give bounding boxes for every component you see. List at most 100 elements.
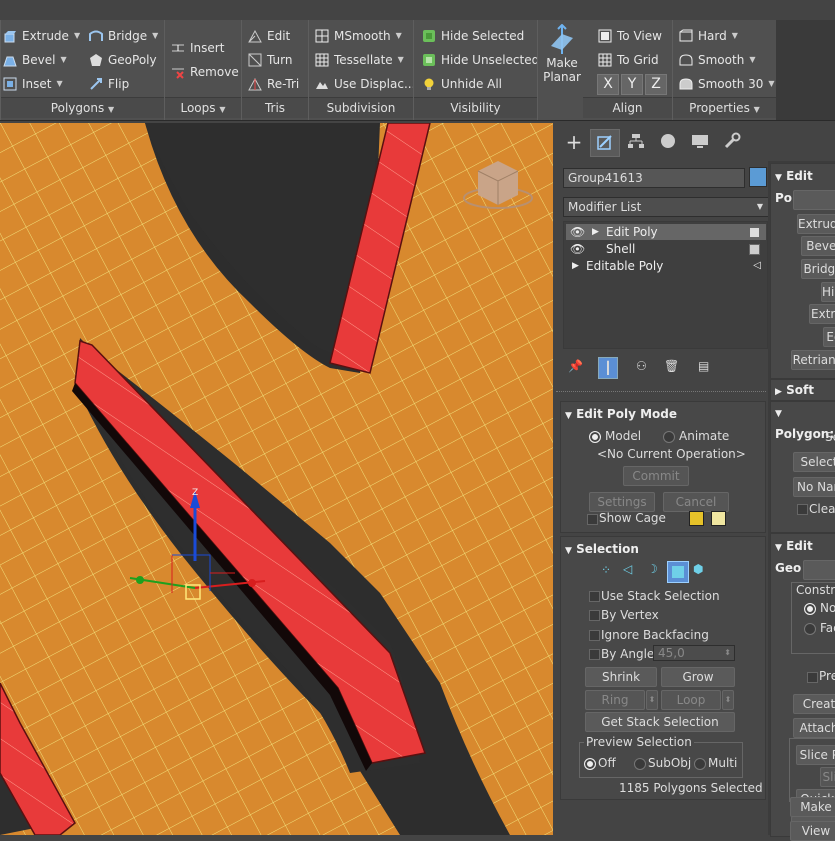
use-displace-button[interactable]: Use Displac... (315, 73, 415, 95)
edit-poly-mode-header[interactable]: ▼ Edit Poly Mode (565, 404, 677, 424)
align-to-grid-button[interactable]: To Grid (598, 49, 659, 71)
object-color-swatch[interactable] (749, 167, 767, 187)
cage-color-swatch-2[interactable] (711, 511, 726, 526)
clear-selection-checkbox[interactable] (797, 504, 808, 515)
stack-item-edit-poly[interactable]: 👁 ▶ Edit Poly (566, 224, 766, 240)
polygon-icon[interactable] (667, 561, 689, 583)
object-name-field[interactable]: Group41613 (563, 168, 745, 188)
make-planar-button[interactable]: Make Planar (540, 23, 584, 94)
commit-button[interactable]: Commit (623, 466, 689, 486)
edit-tris-button[interactable]: Edit (248, 25, 290, 47)
make-planar-button-panel[interactable]: Make (790, 797, 835, 817)
stack-item-shell[interactable]: 👁 Shell (566, 241, 766, 257)
hide-selected-button[interactable]: Hide Selected (422, 25, 524, 47)
angle-spinner[interactable]: 45,0 ⬍ (653, 645, 735, 661)
ring-spinner[interactable]: ⬍ (646, 690, 658, 710)
remove-loop-button[interactable]: Remove (171, 61, 239, 83)
tessellate-button[interactable]: Tessellate ▼ (315, 49, 404, 71)
ignore-backfacing-checkbox[interactable] (589, 630, 600, 641)
eye-icon[interactable]: 👁 (570, 241, 585, 257)
trash-icon[interactable]: 🗑 (664, 359, 679, 373)
hinge-button[interactable]: Hing (821, 282, 835, 302)
select-id-button[interactable]: Select (793, 452, 835, 472)
tab-modify[interactable] (590, 129, 620, 157)
loop-spinner[interactable]: ⬍ (722, 690, 734, 710)
element-icon[interactable]: ⬢ (693, 562, 703, 576)
align-x-button[interactable]: X (597, 74, 619, 95)
edit-triangulation-button[interactable]: Ed (823, 327, 835, 347)
vertex-icon[interactable]: ⁘ (601, 563, 611, 577)
expand-arrow-icon[interactable]: ▶ (592, 224, 599, 240)
properties-group-title[interactable]: Properties ▼ (673, 97, 776, 118)
tab-motion[interactable] (654, 129, 682, 155)
loop-button[interactable]: Loop (661, 690, 721, 710)
soft-selection-rollout[interactable]: ▶ Soft Sele (770, 379, 835, 419)
slice-button[interactable]: Slic (820, 767, 835, 787)
stack-item-editable-poly[interactable]: ▶ Editable Poly ◁ (566, 258, 766, 274)
preview-multi-radio[interactable] (694, 758, 706, 770)
expand-arrow-icon[interactable]: ▶ (572, 258, 579, 274)
pin-stack-icon[interactable]: 📌 (568, 359, 583, 373)
border-icon[interactable]: ☽ (647, 562, 658, 576)
bevel-polygon-button[interactable]: Bevel (801, 236, 835, 256)
smooth30-button[interactable]: Smooth 30 ▼ (679, 73, 775, 95)
constraint-none-radio[interactable] (804, 603, 816, 615)
retriangulate-button[interactable]: Retriang (791, 350, 835, 370)
modifier-toggle[interactable] (749, 227, 760, 238)
tab-hierarchy[interactable] (622, 129, 650, 155)
get-stack-selection-button[interactable]: Get Stack Selection (585, 712, 735, 732)
show-end-result-icon[interactable]: ┃ (598, 357, 618, 379)
hide-unselected-button[interactable]: Hide Unselected (422, 49, 539, 71)
configure-icon[interactable]: ▤ (698, 359, 709, 373)
attach-button[interactable]: Attach (793, 718, 835, 738)
polygon-header[interactable]: ▼ Polygon: (775, 402, 835, 441)
edit-geometry-header[interactable]: ▼ Edit Geo (775, 536, 835, 575)
smooth-button[interactable]: Smooth ▼ (679, 49, 755, 71)
show-cage-checkbox[interactable] (587, 514, 598, 525)
model-radio[interactable] (589, 431, 601, 443)
bevel-button[interactable]: Bevel ▼ (3, 49, 67, 71)
polygons-group-title[interactable]: Polygons ▼ (1, 97, 164, 118)
cancel-button[interactable]: Cancel (663, 492, 729, 512)
material-name-dropdown[interactable]: No Nam (793, 477, 835, 497)
tab-create[interactable]: + (560, 129, 588, 155)
use-stack-selection-checkbox[interactable] (589, 591, 600, 602)
modifier-toggle[interactable] (749, 244, 760, 255)
eye-icon[interactable]: 👁 (570, 224, 585, 240)
create-button[interactable]: Creat (793, 694, 835, 714)
tab-display[interactable] (686, 129, 714, 155)
shrink-button[interactable]: Shrink (585, 667, 657, 687)
splitter[interactable] (556, 391, 766, 396)
repeat-last-button[interactable] (803, 560, 835, 580)
align-z-button[interactable]: Z (645, 74, 667, 95)
viewport-canvas[interactable]: Z (0, 123, 553, 835)
align-y-button[interactable]: Y (621, 74, 643, 95)
grow-button[interactable]: Grow (661, 667, 735, 687)
extrude-along-spline-button[interactable]: Extru (809, 304, 835, 324)
retri-button[interactable]: Re-Tri (248, 73, 299, 95)
by-vertex-checkbox[interactable] (589, 610, 600, 621)
insert-vertex-button[interactable] (793, 190, 835, 210)
loops-group-title[interactable]: Loops ▼ (165, 97, 241, 118)
extrude-polygon-button[interactable]: Extrude (797, 214, 835, 234)
ring-button[interactable]: Ring (585, 690, 645, 710)
by-angle-checkbox[interactable] (589, 649, 600, 660)
geopoly-button[interactable]: GeoPoly (89, 49, 157, 71)
align-to-view-button[interactable]: To View (598, 25, 662, 47)
constraint-face-radio[interactable] (804, 623, 816, 635)
inset-button[interactable]: Inset ▼ (3, 73, 63, 95)
settings-button[interactable]: Settings (589, 492, 655, 512)
make-unique-icon[interactable]: ⚇ (636, 359, 647, 373)
edit-polygons-header[interactable]: ▼ Edit Poly (775, 166, 835, 205)
msmooth-button[interactable]: MSmooth ▼ (315, 25, 402, 47)
bridge-polygon-button[interactable]: Bridge (801, 259, 835, 279)
tab-utilities[interactable] (718, 129, 746, 155)
hard-button[interactable]: Hard ▼ (679, 25, 738, 47)
modifier-list-dropdown[interactable]: Modifier List ▼ (563, 197, 769, 217)
preview-off-radio[interactable] (584, 758, 596, 770)
preserve-uvs-checkbox[interactable] (807, 672, 818, 683)
unhide-all-button[interactable]: Unhide All (422, 73, 502, 95)
cage-color-swatch-1[interactable] (689, 511, 704, 526)
soft-selection-header[interactable]: ▶ Soft Sele (775, 380, 835, 419)
slice-plane-button[interactable]: Slice Pl (796, 745, 835, 765)
